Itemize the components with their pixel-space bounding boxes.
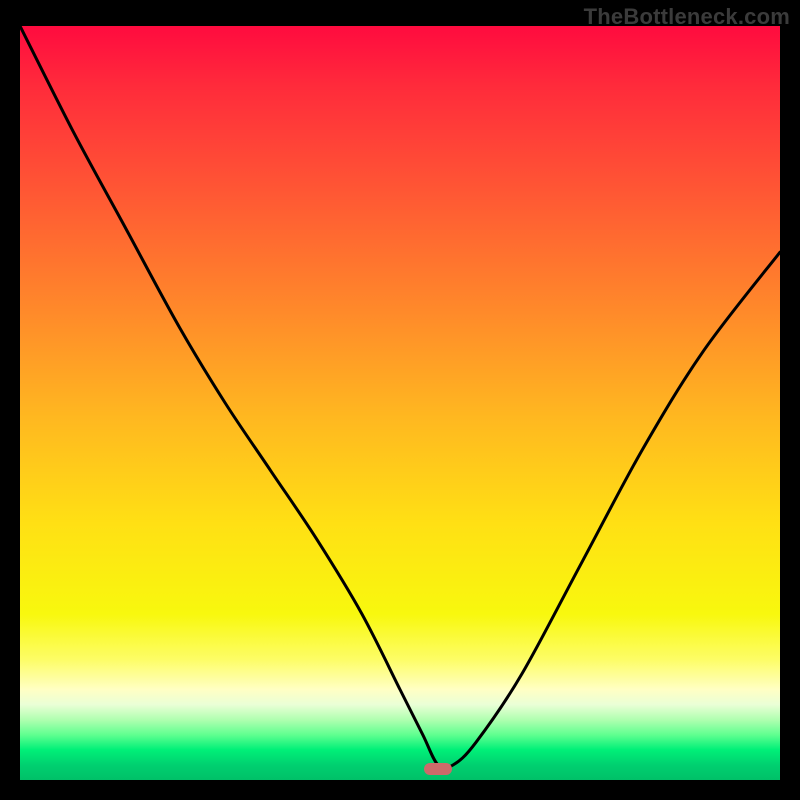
chart-frame: TheBottleneck.com [0, 0, 800, 800]
watermark-text: TheBottleneck.com [584, 4, 790, 30]
bottleneck-curve [20, 26, 780, 780]
optimal-point-marker [424, 763, 452, 775]
plot-area [20, 26, 780, 780]
curve-path [20, 26, 780, 768]
